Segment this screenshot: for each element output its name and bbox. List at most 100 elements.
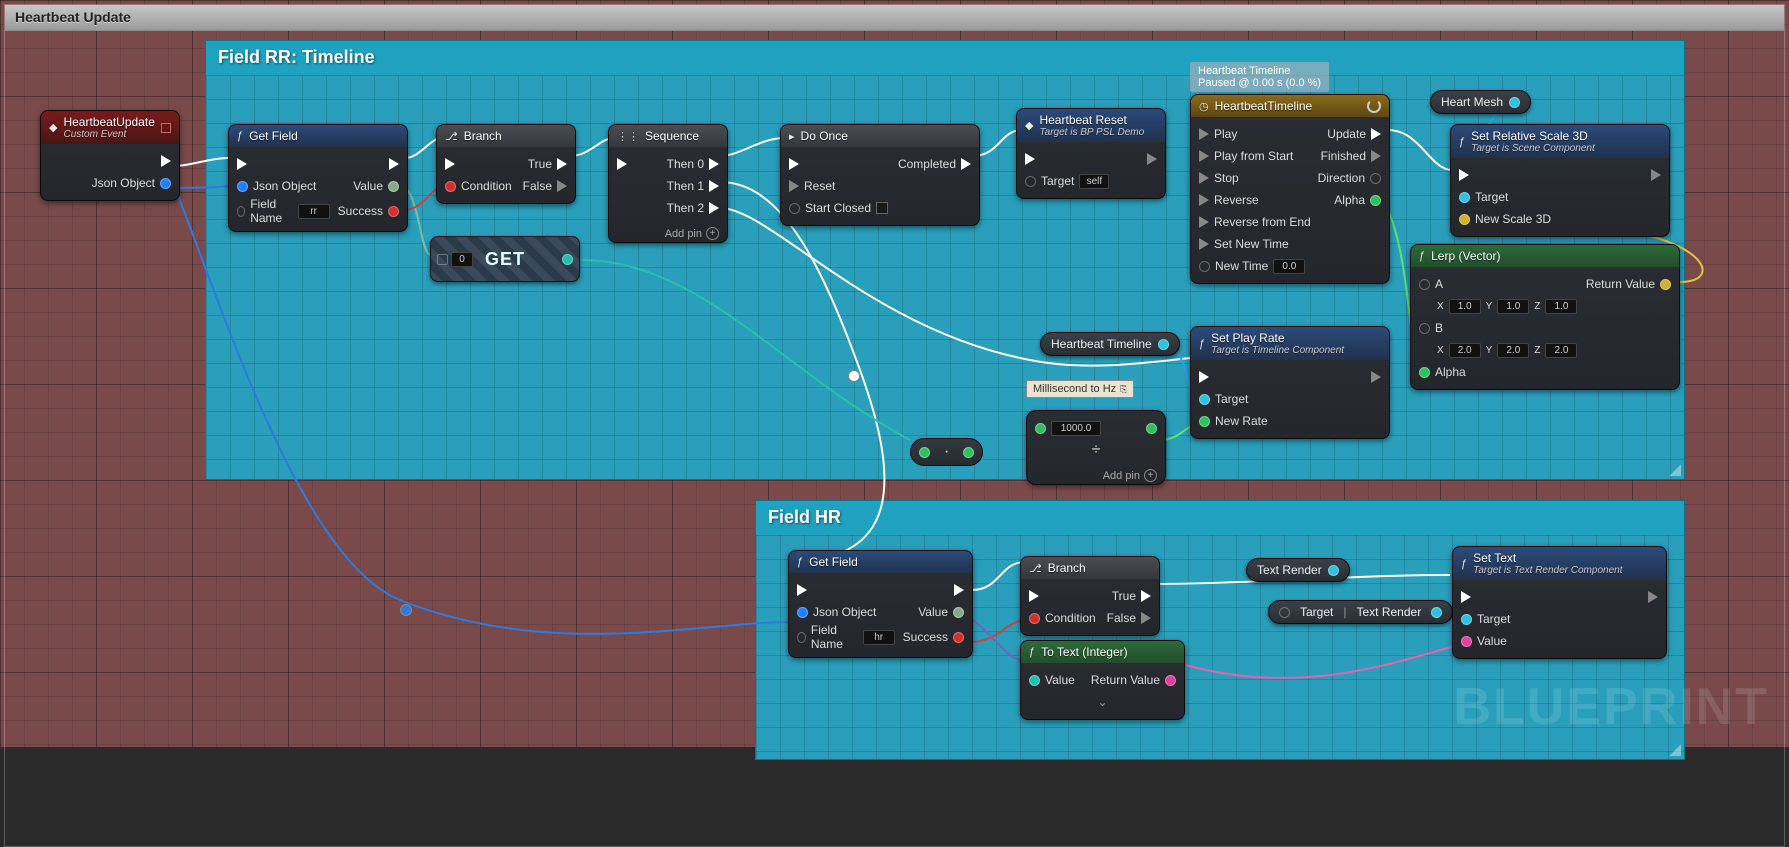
reverse-from-end-pin[interactable] (1199, 216, 1209, 228)
success-pin[interactable] (953, 632, 964, 643)
node-set-relative-scale[interactable]: ƒSet Relative Scale 3DTarget is Scene Co… (1450, 124, 1670, 237)
node-set-play-rate[interactable]: ƒSet Play RateTarget is Timeline Compone… (1190, 326, 1390, 439)
target-in-pin[interactable] (1279, 607, 1290, 618)
value-pin[interactable] (953, 607, 964, 618)
node-to-text-integer[interactable]: ƒTo Text (Integer) ValueReturn Value ⌄ (1020, 640, 1185, 720)
array-index-input[interactable] (451, 252, 473, 267)
node-array-get[interactable]: GET (430, 236, 580, 282)
then2-pin[interactable] (709, 202, 719, 214)
in-pin-a[interactable] (1035, 423, 1046, 434)
blueprint-canvas[interactable]: Heartbeat Update Field RR: Timeline Fiel… (0, 0, 1789, 747)
a-pin[interactable] (1419, 279, 1430, 290)
exec-in-pin[interactable] (789, 158, 799, 170)
node-heartbeat-timeline[interactable]: ◷HeartbeatTimeline PlayUpdate Play from … (1190, 94, 1390, 284)
exec-in-pin[interactable] (445, 158, 455, 170)
exec-out-pin[interactable] (1371, 371, 1381, 383)
exec-in-pin[interactable] (1025, 153, 1035, 165)
variable-target-text-render[interactable]: Target | Text Render (1268, 600, 1453, 624)
node-get-field-hr[interactable]: ƒGet Field Json ObjectValue Field NameSu… (788, 550, 973, 658)
value-pin[interactable] (1029, 675, 1040, 686)
condition-pin[interactable] (445, 181, 456, 192)
exec-out-pin[interactable] (389, 158, 399, 170)
set-new-time-pin[interactable] (1199, 238, 1209, 250)
exec-out-pin[interactable] (161, 155, 171, 167)
reverse-pin[interactable] (1199, 194, 1209, 206)
target-pin[interactable] (1461, 614, 1472, 625)
update-pin[interactable] (1371, 128, 1381, 140)
array-in-pin[interactable] (437, 254, 448, 265)
resize-handle[interactable] (1669, 464, 1681, 476)
new-scale-pin[interactable] (1459, 214, 1470, 225)
json-object-pin[interactable] (237, 181, 248, 192)
new-time-pin[interactable] (1199, 261, 1210, 272)
json-object-pin[interactable] (797, 607, 808, 618)
variable-text-render[interactable]: Text Render (1246, 558, 1350, 582)
a-x-input[interactable] (1449, 299, 1481, 314)
start-closed-checkbox[interactable] (876, 202, 888, 214)
exec-in-pin[interactable] (797, 584, 807, 596)
value-pin[interactable] (388, 181, 399, 192)
exec-in-pin[interactable] (1199, 371, 1209, 383)
exec-in-pin[interactable] (1461, 591, 1471, 603)
a-z-input[interactable] (1545, 299, 1577, 314)
node-do-once[interactable]: ▸Do Once Completed Reset Start Closed (780, 124, 980, 226)
reroute-node[interactable] (848, 370, 860, 382)
then1-pin[interactable] (709, 180, 719, 192)
node-heartbeat-reset[interactable]: ◆ Heartbeat Reset Target is BP PSL Demo … (1016, 108, 1166, 199)
true-exec-pin[interactable] (1141, 590, 1151, 602)
add-pin-button[interactable]: Add pin+ (609, 225, 727, 242)
b-y-input[interactable] (1497, 343, 1529, 358)
b-x-input[interactable] (1449, 343, 1481, 358)
play-from-start-pin[interactable] (1199, 150, 1209, 162)
in-pin-a[interactable] (919, 447, 930, 458)
array-out-pin[interactable] (562, 254, 573, 265)
node-get-field-rr[interactable]: ƒGet Field Json Object Value Field Name … (228, 124, 408, 232)
out-pin[interactable] (963, 447, 974, 458)
b-z-input[interactable] (1545, 343, 1577, 358)
finished-pin[interactable] (1371, 150, 1381, 162)
field-name-input[interactable] (298, 204, 330, 219)
completed-pin[interactable] (961, 158, 971, 170)
new-time-input[interactable] (1273, 259, 1305, 274)
alpha-pin[interactable] (1370, 195, 1381, 206)
reset-pin[interactable] (789, 180, 799, 192)
node-sequence[interactable]: ⋮⋮Sequence Then 0 Then 1 Then 2 Add pin+ (608, 124, 728, 243)
comment-title[interactable]: Heartbeat Update (5, 5, 1784, 31)
exec-out-pin[interactable] (954, 584, 964, 596)
node-lerp-vector[interactable]: ƒLerp (Vector) A Return Value X Y Z B X … (1410, 244, 1680, 390)
divisor-input[interactable] (1051, 421, 1101, 436)
new-rate-pin[interactable] (1199, 416, 1210, 427)
stop-pin[interactable] (1199, 172, 1209, 184)
return-pin[interactable] (1165, 675, 1176, 686)
target-pin[interactable] (1459, 192, 1470, 203)
b-pin[interactable] (1419, 323, 1430, 334)
add-pin-button[interactable]: Add pin+ (1027, 467, 1165, 484)
success-pin[interactable] (388, 206, 399, 217)
a-y-input[interactable] (1497, 299, 1529, 314)
direction-pin[interactable] (1370, 173, 1381, 184)
reroute-node[interactable] (400, 604, 412, 616)
node-branch-hr[interactable]: ⎇Branch True ConditionFalse (1020, 556, 1160, 636)
start-closed-pin[interactable] (789, 203, 800, 214)
exec-out-pin[interactable] (1651, 169, 1661, 181)
output-pin[interactable] (1328, 565, 1339, 576)
out-pin[interactable] (1146, 423, 1157, 434)
target-self-input[interactable] (1079, 174, 1109, 189)
output-pin[interactable] (1509, 97, 1520, 108)
field-name-pin[interactable] (237, 206, 245, 217)
resize-handle[interactable] (1669, 744, 1681, 756)
json-object-pin[interactable] (160, 178, 171, 189)
variable-heart-mesh[interactable]: Heart Mesh (1430, 90, 1531, 114)
node-set-text[interactable]: ƒSet TextTarget is Text Render Component… (1452, 546, 1667, 659)
return-pin[interactable] (1660, 279, 1671, 290)
variable-heartbeat-timeline[interactable]: Heartbeat Timeline (1040, 332, 1180, 356)
node-heartbeat-update-event[interactable]: ◆ HeartbeatUpdate Custom Event Json Obje… (40, 110, 180, 201)
delegate-pin[interactable] (161, 123, 171, 133)
exec-in-pin[interactable] (1029, 590, 1039, 602)
node-math-divide[interactable]: ÷ Add pin+ (1026, 410, 1166, 485)
alpha-pin[interactable] (1419, 367, 1430, 378)
field-name-input[interactable] (863, 630, 895, 645)
play-pin[interactable] (1199, 128, 1209, 140)
value-pin[interactable] (1461, 636, 1472, 647)
field-name-pin[interactable] (797, 632, 806, 643)
